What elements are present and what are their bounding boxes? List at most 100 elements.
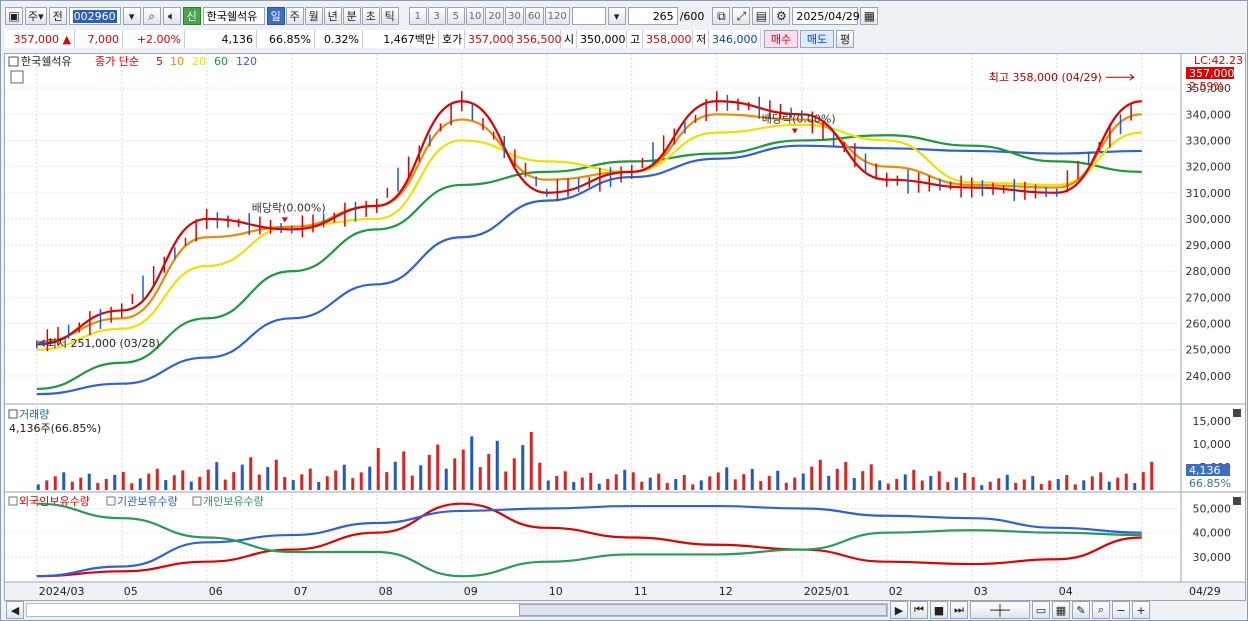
zoom-out-search-icon[interactable]: ⌕ [1092,601,1110,619]
volume-bar [529,431,533,490]
volume-bar [810,466,814,490]
interval-button-3: 3 [427,7,446,25]
xaxis-label: 2024/03 [39,585,85,598]
volume-bar [963,472,967,490]
volume-bar [1065,475,1069,490]
stock-name-field[interactable]: 한국쉘석유 [202,7,265,25]
volume-bar [385,472,389,490]
dropdown-arrow-icon: ▾ [38,9,44,23]
volume-bar [487,453,491,490]
volume-bar [750,469,754,490]
search-icon[interactable]: ⌕ [142,7,161,25]
interval-custom-input[interactable] [571,7,606,25]
period-tab-주[interactable]: 주 [285,7,304,25]
stock-code-input[interactable]: 002960 [68,7,121,25]
volume-bar [70,481,74,490]
line-tool-icon[interactable]: ⤢ [732,7,751,25]
settings-gear-icon[interactable]: ⚙ [772,7,791,25]
speaker-icon[interactable]: 🔈︎ [162,7,181,25]
volume-bar [597,483,601,490]
volume-bar [699,480,703,490]
scroll-left-icon[interactable]: ◀ [6,601,24,619]
volume-bar [291,480,295,490]
sell-button[interactable]: 매도 [800,30,834,48]
window-menu-icon[interactable]: ▣ [5,7,23,25]
volume-bar [844,462,848,490]
volume-badge-value: 4,136 [1189,464,1221,477]
rewind-icon[interactable]: ⏮ [910,601,928,619]
market-type-select[interactable]: 주 ▾ [25,7,47,25]
ma-legend-0: 종가 단순 [95,55,139,68]
volume-ratio: 66.85% [257,30,315,48]
period-tab-년[interactable]: 년 [323,7,342,25]
period-tab-월[interactable]: 월 [304,7,323,25]
ma-legend-4: 60 [214,55,228,68]
volume-bar [946,482,950,490]
period-tab-분[interactable]: 분 [342,7,361,25]
bar-count-input[interactable]: 265 [627,7,678,25]
buy-button[interactable]: 매수 [764,30,798,48]
calendar-icon[interactable]: ▦ [860,7,879,25]
price-panel-title: 한국쉘석유 [21,55,72,68]
zoom-minus-icon[interactable]: − [1112,601,1130,619]
volume-bar [427,454,431,490]
volume-bar [776,470,780,490]
chart-scroll-bar: ◀ ▶ ⏮ ■ ⏭ ─┼─ ▭ ▦ ✎ ⌕ − + [4,601,1246,619]
volume-bar [419,465,423,490]
volume-bar [215,462,219,490]
lc-label: LC:42.23 [1194,54,1243,67]
prev-button[interactable]: 전 [48,7,67,25]
volume-bar [512,458,516,490]
grid-icon[interactable]: ▦ [1052,601,1070,619]
volume-bar [1133,483,1137,490]
save-icon[interactable]: ▤ [752,7,771,25]
volume-bar [674,479,678,490]
volume-close-icon [1233,409,1241,417]
volume-bar [793,477,797,490]
volume-bar [1107,481,1111,490]
volume-bar [79,477,83,490]
top-toolbar: ▣ 주 ▾ 전 002960 ▾ ⌕ 🔈︎ 신 한국쉘석유 일주월년분초틱 135… [1,5,1247,27]
zoom-slider[interactable]: ─┼─ [970,601,1030,619]
xaxis-label: 10 [549,585,563,598]
chart-window: ▣ 주 ▾ 전 002960 ▾ ⌕ 🔈︎ 신 한국쉘석유 일주월년분초틱 135… [0,0,1248,621]
period-tab-초[interactable]: 초 [361,7,380,25]
period-tab-일[interactable]: 일 [266,7,285,25]
high-annotation: 최고 358,000 (04/29) [989,71,1102,84]
eval-button[interactable]: 평 [836,30,854,48]
forward-icon[interactable]: ⏭ [950,601,968,619]
interval-dropdown-icon[interactable]: ▾ [607,7,626,25]
period-tab-틱[interactable]: 틱 [380,7,399,25]
volume-bar [563,471,567,490]
new-listing-badge: 신 [182,7,201,25]
scroll-right-icon[interactable]: ▶ [890,601,908,619]
code-dropdown-icon[interactable]: ▾ [122,7,141,25]
interval-buttons: 1 3 5 10 20 30 60 120 [408,7,570,25]
price-ytick-label: 340,000 [1186,108,1232,121]
scroll-thumb[interactable] [519,604,887,616]
stop-icon[interactable]: ■ [930,601,948,619]
volume-bar [546,480,550,490]
volume-bar [895,478,899,490]
xaxis-label: 03 [974,585,988,598]
xaxis-label: 12 [719,585,733,598]
date-input[interactable]: 2025/04/29 [792,7,860,25]
turnover-ratio: 0.32% [315,30,363,48]
volume-bar [359,472,363,490]
price-ytick-label: 250,000 [1186,344,1232,357]
chart-area[interactable]: 2024/03 05 06 07 08 09 10 11 12 2025/01 02 03 04 04/2… [4,53,1246,601]
volume-bar [784,482,788,490]
xaxis-label-last: 04/29 [1189,585,1221,598]
price-change-pct: +2.00% [123,30,185,48]
volume-bar [1150,461,1154,490]
dividend-annotation: 배당락(0.00%) [762,112,836,125]
scroll-track[interactable] [26,603,888,617]
drawing-tool-icon[interactable]: ✎ [1072,601,1090,619]
chart-type-icon[interactable]: ▭ [1032,601,1050,619]
volume-bar [869,464,873,490]
zoom-plus-icon[interactable]: + [1132,601,1150,619]
volume-bar [274,459,278,490]
volume-bar [682,475,686,490]
candle-type-icon[interactable]: ⧉ [712,7,731,25]
volume-bar [283,477,287,490]
